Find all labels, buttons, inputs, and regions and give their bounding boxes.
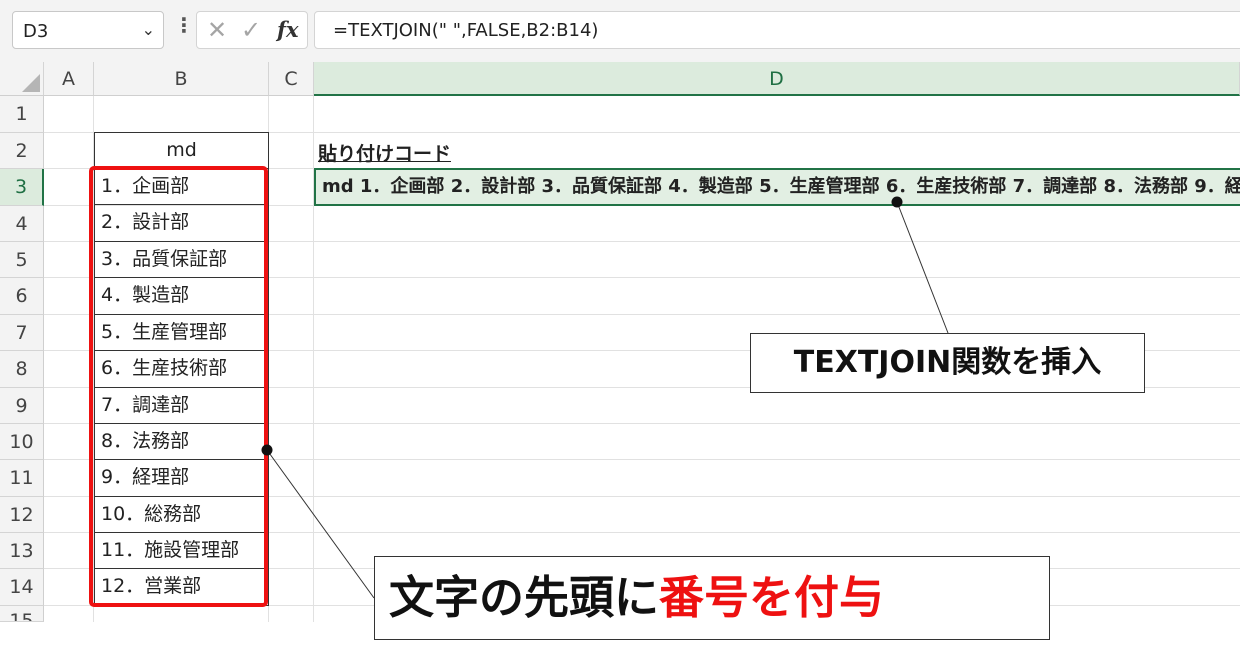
callout-numbering-text: 文字の先頭に xyxy=(389,571,660,624)
cell-b2[interactable]: md xyxy=(94,132,269,169)
column-header-a[interactable]: A xyxy=(44,62,94,96)
row-header-13[interactable]: 13 xyxy=(0,533,44,569)
column-header-d[interactable]: D xyxy=(314,62,1240,96)
callout-numbering-accent: 番号を付与 xyxy=(659,571,885,624)
more-options-icon[interactable]: ⋮ xyxy=(174,13,194,37)
row-header-5[interactable]: 5 xyxy=(0,242,44,278)
formula-buttons: ✕ ✓ fx xyxy=(196,11,308,49)
callout-numbering: 文字の先頭に番号を付与 xyxy=(374,556,1050,640)
insert-function-icon[interactable]: fx xyxy=(277,17,299,42)
cell-d2[interactable]: 貼り付けコード xyxy=(318,139,451,166)
row-header-7[interactable]: 7 xyxy=(0,315,44,351)
select-all-corner[interactable] xyxy=(0,62,44,96)
formula-bar: D3 ⌄ ⋮ ✕ ✓ fx =TEXTJOIN(" ",FALSE,B2:B14… xyxy=(0,0,1240,62)
column-header-b[interactable]: B xyxy=(94,62,269,96)
row-header-11[interactable]: 11 xyxy=(0,460,44,497)
highlight-frame xyxy=(89,166,268,607)
row-header-15[interactable]: 15 xyxy=(0,606,44,622)
cancel-icon[interactable]: ✕ xyxy=(207,16,227,44)
cell-d3-selected[interactable]: md 1．企画部 2．設計部 3．品質保証部 4．製造部 5．生産管理部 6．生… xyxy=(314,168,1240,206)
row-header-14[interactable]: 14 xyxy=(0,569,44,606)
row-header-8[interactable]: 8 xyxy=(0,351,44,388)
formula-text: =TEXTJOIN(" ",FALSE,B2:B14) xyxy=(333,20,599,41)
formula-input[interactable]: =TEXTJOIN(" ",FALSE,B2:B14) xyxy=(314,11,1240,49)
row-header-2[interactable]: 2 xyxy=(0,133,44,169)
row-header-1[interactable]: 1 xyxy=(0,96,44,133)
enter-icon[interactable]: ✓ xyxy=(241,16,261,44)
row-header-6[interactable]: 6 xyxy=(0,278,44,315)
name-box-value: D3 xyxy=(23,21,49,42)
row-header-12[interactable]: 12 xyxy=(0,497,44,533)
callout-textjoin: TEXTJOIN関数を挿入 xyxy=(750,333,1145,393)
row-header-9[interactable]: 9 xyxy=(0,388,44,424)
column-header-c[interactable]: C xyxy=(269,62,314,96)
select-all-icon xyxy=(22,74,40,92)
row-header-10[interactable]: 10 xyxy=(0,424,44,460)
name-box[interactable]: D3 ⌄ xyxy=(12,11,164,49)
chevron-down-icon[interactable]: ⌄ xyxy=(142,20,155,39)
row-header-3[interactable]: 3 xyxy=(0,169,44,206)
row-header-4[interactable]: 4 xyxy=(0,206,44,242)
